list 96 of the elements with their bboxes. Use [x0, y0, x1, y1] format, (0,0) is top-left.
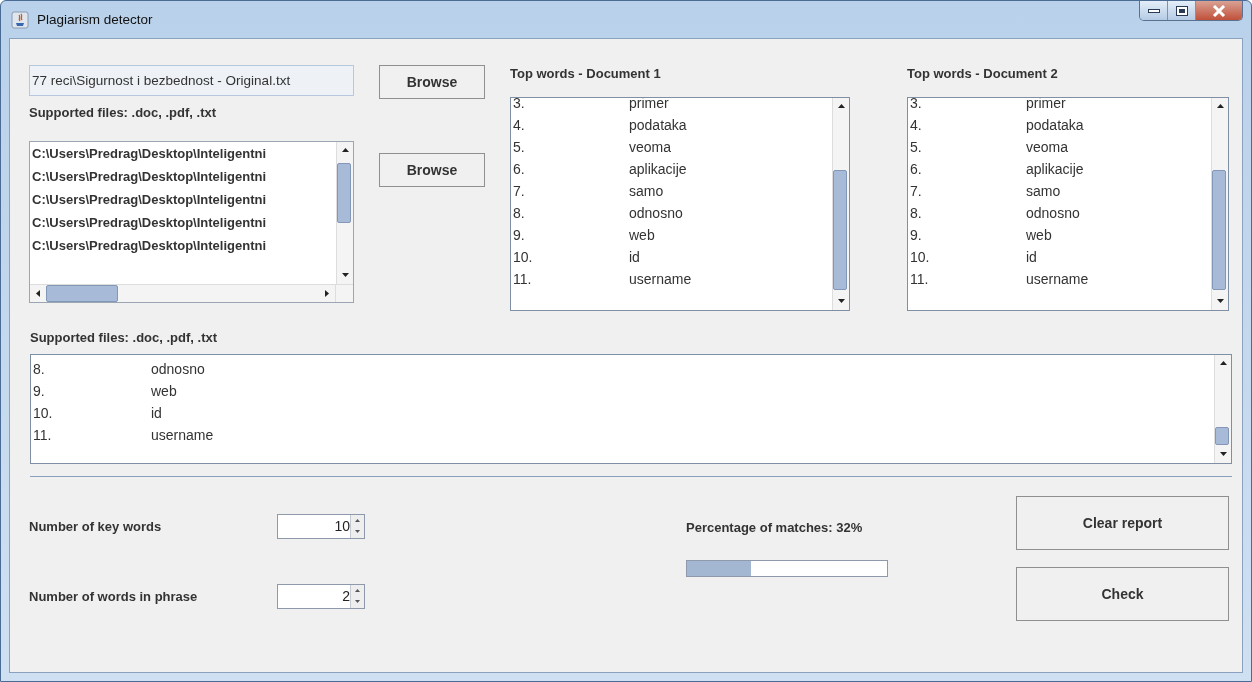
up-triangle-icon[interactable]: [340, 146, 350, 155]
left-triangle-icon[interactable]: [33, 289, 43, 298]
number-spinner[interactable]: 2: [277, 583, 365, 609]
maximize-button[interactable]: [1167, 1, 1195, 20]
rank-number: 9.: [512, 226, 526, 245]
right-triangle-icon[interactable]: [322, 289, 332, 298]
percentage-label: Percentage of matches: 32%: [686, 520, 864, 535]
setting-label: Number of words in phrase: [29, 588, 199, 604]
horizontal-scrollbar[interactable]: [30, 284, 353, 302]
scroll-thumb[interactable]: [1212, 170, 1226, 290]
down-triangle-icon[interactable]: [836, 297, 846, 306]
rank-number: 5.: [909, 138, 923, 157]
rank-number: 11.: [909, 270, 930, 289]
vertical-scrollbar[interactable]: [1214, 355, 1231, 463]
word-text: web: [151, 382, 177, 401]
word-text: username: [151, 426, 214, 445]
rank-number: 7.: [512, 182, 526, 201]
word-text: username: [629, 270, 692, 289]
supported-files-label: Supported files: .doc, .pdf, .txt: [29, 105, 218, 120]
rank-number: 11.: [512, 270, 533, 289]
up-triangle-icon[interactable]: [355, 588, 360, 592]
file-list-item[interactable]: C:\Users\Predrag\Desktop\Inteligentni: [32, 142, 336, 165]
check-button[interactable]: Check: [1016, 567, 1229, 621]
rank-number: 10.: [32, 404, 54, 423]
word-text: username: [1026, 270, 1089, 289]
vertical-scrollbar[interactable]: [336, 142, 353, 284]
word-text: veoma: [629, 138, 672, 157]
vertical-scrollbar[interactable]: [1211, 98, 1228, 310]
window-title: Plagiarism detector: [37, 12, 153, 27]
word-text: odnosno: [629, 204, 683, 223]
up-triangle-icon[interactable]: [355, 518, 360, 522]
scroll-thumb[interactable]: [337, 163, 351, 223]
rank-number: 8.: [512, 204, 526, 223]
minimize-button[interactable]: [1140, 1, 1167, 20]
rank-number: 11.: [32, 426, 53, 445]
down-triangle-icon[interactable]: [1215, 297, 1225, 306]
word-text: samo: [1026, 182, 1061, 201]
rank-number: 7.: [909, 182, 923, 201]
up-triangle-icon[interactable]: [836, 102, 846, 111]
scroll-thumb[interactable]: [46, 285, 118, 302]
rank-number: 4.: [512, 116, 526, 135]
minimize-icon: [1147, 7, 1160, 14]
file-list-item[interactable]: C:\Users\Predrag\Desktop\Inteligentni: [32, 211, 336, 234]
word-text: id: [629, 248, 640, 267]
list-heading: Top words - Document 1: [510, 66, 662, 83]
down-triangle-icon[interactable]: [1218, 450, 1228, 459]
scroll-thumb[interactable]: [833, 170, 847, 290]
rank-number: 3.: [512, 98, 526, 113]
word-text: podataka: [1026, 116, 1084, 135]
rank-number: 3.: [909, 98, 923, 113]
browse-button[interactable]: Browse: [379, 65, 485, 99]
rank-number: 6.: [512, 160, 526, 179]
rank-number: 6.: [909, 160, 923, 179]
word-text: samo: [629, 182, 664, 201]
down-triangle-icon[interactable]: [340, 271, 350, 280]
word-text: veoma: [1026, 138, 1069, 157]
word-text: id: [151, 404, 162, 423]
maximize-icon: [1175, 5, 1188, 16]
rank-number: 5.: [512, 138, 526, 157]
app-icon: [11, 10, 29, 29]
file-list-item[interactable]: C:\Users\Predrag\Desktop\Inteligentni: [32, 165, 336, 188]
setting-label: Number of key words: [29, 518, 163, 534]
file-list[interactable]: C:\Users\Predrag\Desktop\Inteligentni C:\Users\Predrag\Desktop\Inteligentni C:\Users\Predrag\Desktop\Inteligentni C:\Users\Predrag\Desktop\Inteligentni C:\Users\Predrag\Desktop\Inteligentni: [29, 141, 354, 303]
rank-number: 9.: [32, 382, 46, 401]
word-text: web: [1026, 226, 1052, 245]
word-text: web: [629, 226, 655, 245]
word-text: primer: [629, 98, 669, 113]
close-icon: [1212, 4, 1226, 17]
file-list-item[interactable]: C:\Users\Predrag\Desktop\Inteligentni: [32, 188, 336, 211]
word-text: odnosno: [1026, 204, 1080, 223]
browse-button[interactable]: Browse: [379, 153, 485, 187]
rank-number: 8.: [909, 204, 923, 223]
number-spinner[interactable]: 10: [277, 513, 365, 539]
list-heading: Top words - Document 2: [907, 66, 1059, 83]
word-text: podataka: [629, 116, 687, 135]
word-text: aplikacije: [1026, 160, 1084, 179]
file-path-field[interactable]: 77 reci\Sigurnost i bezbednost - Original.txt: [29, 65, 354, 96]
supported-files-label: Supported files: .doc, .pdf, .txt: [30, 330, 219, 347]
rank-number: 9.: [909, 226, 923, 245]
rank-number: 10.: [909, 248, 931, 267]
down-triangle-icon[interactable]: [355, 530, 360, 534]
word-text: id: [1026, 248, 1037, 267]
up-triangle-icon[interactable]: [1218, 359, 1228, 368]
scroll-thumb[interactable]: [1215, 427, 1229, 445]
word-text: odnosno: [151, 360, 205, 379]
file-list-item[interactable]: C:\Users\Predrag\Desktop\Inteligentni: [32, 234, 336, 257]
word-text: primer: [1026, 98, 1066, 113]
down-triangle-icon[interactable]: [355, 600, 360, 604]
clear-report-button[interactable]: Clear report: [1016, 496, 1229, 550]
rank-number: 8.: [32, 360, 46, 379]
close-button[interactable]: [1195, 1, 1242, 20]
vertical-scrollbar[interactable]: [832, 98, 849, 310]
rank-number: 10.: [512, 248, 534, 267]
word-text: aplikacije: [629, 160, 687, 179]
rank-number: 4.: [909, 116, 923, 135]
up-triangle-icon[interactable]: [1215, 102, 1225, 111]
